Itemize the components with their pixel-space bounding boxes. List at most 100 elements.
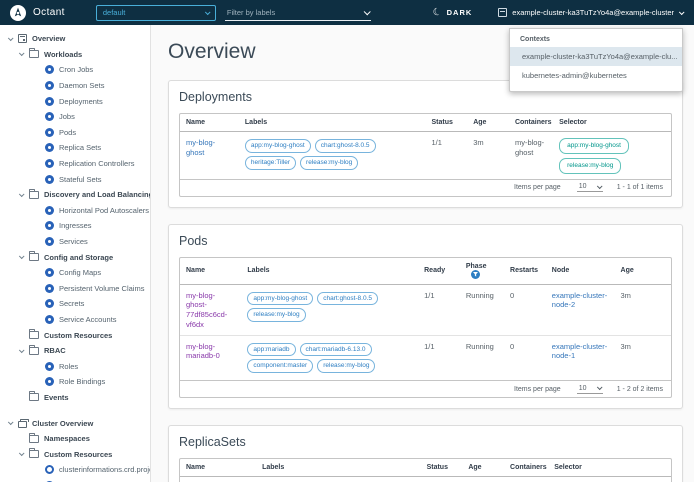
sidebar-item-roles[interactable]: Roles <box>0 358 150 374</box>
column-header-phase[interactable]: Phase <box>459 257 505 285</box>
column-header-age[interactable]: Age <box>467 114 509 132</box>
cell-link[interactable]: example-cluster-node-1 <box>552 342 607 361</box>
main-content: Overview Deployments Name Labels Status Age C… <box>151 25 694 482</box>
column-header-age[interactable]: Age <box>614 257 671 285</box>
page-size-select[interactable]: 10 <box>576 182 603 192</box>
column-header-name[interactable]: Name <box>180 114 239 132</box>
sidebar-item-replication-controllers[interactable]: Replication Controllers <box>0 156 150 172</box>
context-selector-button[interactable]: example-cluster-ka3TuTzYo4a@example-clus… <box>498 8 685 17</box>
sidebar-item-service-accounts[interactable]: Service Accounts <box>0 312 150 328</box>
sidebar-item-services[interactable]: Services <box>0 234 150 250</box>
datagrid: Name Labels Ready Phase Restarts Node Age my-bl… <box>179 256 672 398</box>
column-header-restarts[interactable]: Restarts <box>504 257 546 285</box>
cell-text: 3m <box>620 341 631 351</box>
sidebar-item-pods[interactable]: Pods <box>0 125 150 141</box>
header-row: Name Labels Status Age Containers Selector <box>180 114 671 132</box>
sidebar-item-rbac[interactable]: RBAC <box>0 343 150 359</box>
sidebar-item-discovery-and-load-balancing[interactable]: Discovery and Load Balancing <box>0 187 150 203</box>
column-header-selector[interactable]: Selector <box>553 114 671 132</box>
sidebar-item-workloads[interactable]: Workloads <box>0 47 150 63</box>
label-chip[interactable]: chart:mariadb-6.13.0 <box>299 342 372 357</box>
label-chip[interactable]: app:my-blog-ghost <box>244 139 311 153</box>
sidebar-item-secrets[interactable]: Secrets <box>0 296 150 312</box>
filter-icon[interactable] <box>470 269 480 279</box>
sidebar-item-label: Stateful Sets <box>59 174 102 184</box>
namespace-select[interactable]: default <box>95 4 216 21</box>
label-filter-input[interactable] <box>226 7 347 17</box>
theme-toggle-button[interactable]: ☾ DARK <box>431 6 473 20</box>
column-header-selector[interactable]: Selector <box>548 459 671 477</box>
folder-icon <box>29 329 39 340</box>
column-header-status[interactable]: Status <box>425 114 468 132</box>
sidebar-item-config-and-storage[interactable]: Config and Storage <box>0 249 150 265</box>
sidebar-item-label: Overview <box>32 34 66 44</box>
sidebar-item-persistent-volume-claims[interactable]: Persistent Volume Claims <box>0 281 150 297</box>
context-label: example-cluster-ka3TuTzYo4a@example-clus… <box>512 8 674 17</box>
label-chip[interactable]: release:my-blog <box>300 155 359 170</box>
cell-text: 1/1 <box>421 477 463 482</box>
sidebar-item-stateful-sets[interactable]: Stateful Sets <box>0 171 150 187</box>
column-header-labels[interactable]: Labels <box>238 114 426 132</box>
caret-slot[interactable] <box>16 50 25 57</box>
column-header-ready[interactable]: Ready <box>418 257 460 285</box>
label-chip[interactable]: component:master <box>247 359 314 373</box>
column-header-age[interactable]: Age <box>462 459 505 477</box>
cell-link[interactable]: my-blog-ghost <box>186 138 215 157</box>
selector-chip[interactable]: release:my-blog <box>559 157 622 174</box>
sidebar-item-deployments[interactable]: Deployments <box>0 93 150 109</box>
caret-slot[interactable] <box>5 35 14 41</box>
label-chip[interactable]: release:my-blog <box>317 359 376 373</box>
caret-slot[interactable] <box>16 347 25 353</box>
label-chip[interactable]: app:my-blog-ghost <box>247 291 314 306</box>
sidebar-item-label: Ingresses <box>59 221 92 231</box>
column-header-node[interactable]: Node <box>545 257 615 285</box>
sidebar-item-cron-jobs[interactable]: Cron Jobs <box>0 62 150 78</box>
column-header-name[interactable]: Name <box>180 257 242 285</box>
data-table: Name Labels Status Age Containers Selector my-… <box>180 459 671 482</box>
context-option-kubernetes-admin-kubernetes[interactable]: kubernetes-admin@kubernetes <box>510 66 682 85</box>
label-chip[interactable]: heritage:Tiller <box>244 155 297 170</box>
column-header-labels[interactable]: Labels <box>241 257 419 285</box>
sidebar-item-events[interactable]: Events <box>0 390 150 406</box>
sidebar-item-horizontal-pod-autoscalers[interactable]: Horizontal Pod Autoscalers <box>0 203 150 219</box>
sidebar-item-cluster-overview[interactable]: Cluster Overview <box>0 415 150 431</box>
column-header-labels[interactable]: Labels <box>256 459 421 477</box>
sidebar-item-role-bindings[interactable]: Role Bindings <box>0 374 150 390</box>
sidebar-item-ingresses[interactable]: Ingresses <box>0 218 150 234</box>
label-chip[interactable]: release:my-blog <box>247 308 306 322</box>
cell-link[interactable]: example-cluster-node-2 <box>552 291 607 310</box>
caret-slot[interactable] <box>16 253 25 260</box>
sidebar-item-label: Config Maps <box>59 268 102 278</box>
caret-slot[interactable] <box>16 450 25 457</box>
label-chip[interactable]: app:mariadb <box>247 342 296 357</box>
label-chip[interactable]: chart:ghost-8.0.5 <box>314 139 376 153</box>
page-size-select[interactable]: 10 <box>576 384 603 394</box>
sidebar-nav: Overview Workloads Cron Jobs Daemon Sets Dep… <box>0 25 151 482</box>
column-label: Age <box>468 464 482 471</box>
sidebar-item-custom-resources[interactable]: Custom Resources <box>0 446 150 462</box>
column-header-name[interactable]: Name <box>180 459 257 477</box>
cell-link[interactable]: my-blog-ghost-77df85c6cd-vf6dx <box>186 291 227 329</box>
column-label: Labels <box>247 267 270 274</box>
sidebar-item-custom-resources[interactable]: Custom Resources <box>0 327 150 343</box>
chevron-down-icon[interactable] <box>363 7 371 15</box>
caret-slot[interactable] <box>5 419 14 426</box>
sidebar-item-csidrivers-csi-storage-k8s-io[interactable]: csidrivers.csi.storage.k8s.io <box>0 478 150 482</box>
label-chip[interactable]: chart:ghost-8.0.5 <box>317 291 378 306</box>
sidebar-item-clusterinformations-crd-projec[interactable]: clusterinformations.crd.projec <box>0 462 150 478</box>
context-option-example-cluster-ka3tutzyo4a-example-clu[interactable]: example-cluster-ka3TuTzYo4a@example-clu.… <box>510 47 682 66</box>
sidebar-item-daemon-sets[interactable]: Daemon Sets <box>0 78 150 94</box>
caret-slot[interactable] <box>16 191 25 197</box>
column-label: Name <box>186 119 206 126</box>
sidebar-item-jobs[interactable]: Jobs <box>0 109 150 125</box>
column-header-status[interactable]: Status <box>420 459 463 477</box>
selector-chip[interactable]: app:my-blog-ghost <box>559 138 629 154</box>
sidebar-item-overview[interactable]: Overview <box>0 31 150 47</box>
cluster-icon <box>18 418 29 428</box>
sidebar-item-config-maps[interactable]: Config Maps <box>0 265 150 281</box>
sidebar-item-namespaces[interactable]: Namespaces <box>0 431 150 447</box>
column-header-containers[interactable]: Containers <box>504 459 549 477</box>
cell-link[interactable]: my-blog-mariadb-0 <box>186 342 220 361</box>
sidebar-item-replica-sets[interactable]: Replica Sets <box>0 140 150 156</box>
column-header-containers[interactable]: Containers <box>508 114 554 132</box>
